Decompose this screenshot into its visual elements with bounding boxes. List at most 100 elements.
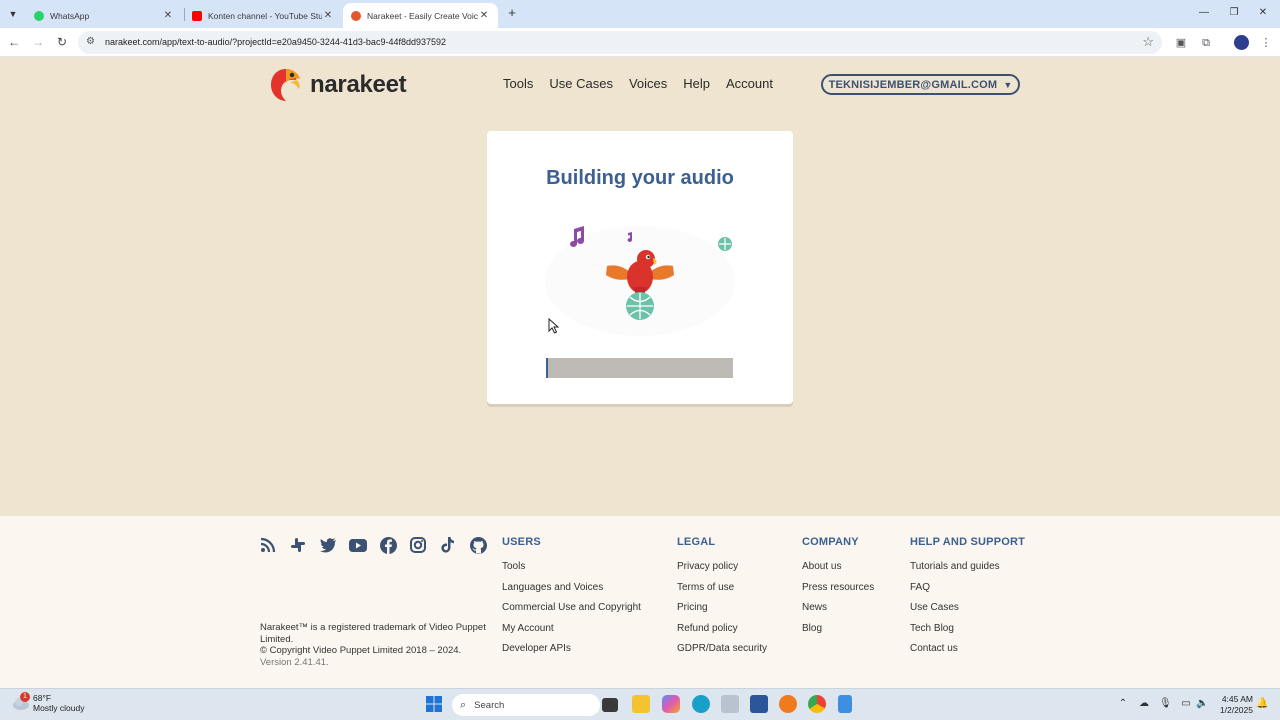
- address-bar[interactable]: ⚙ narakeet.com/app/text-to-audio/?projec…: [78, 31, 1162, 54]
- close-icon[interactable]: ✕: [478, 10, 490, 21]
- footer-link-contact[interactable]: Contact us: [910, 643, 1025, 654]
- footer-link-use-cases[interactable]: Use Cases: [910, 602, 1025, 613]
- profile-avatar[interactable]: [1234, 35, 1249, 50]
- footer-link-languages-voices[interactable]: Languages and Voices: [502, 582, 641, 593]
- search-placeholder: Search: [474, 699, 505, 711]
- caret-down-icon: ▼: [1003, 79, 1013, 90]
- build-progress-card: Building your audio: [487, 131, 793, 404]
- rss-icon[interactable]: [259, 536, 277, 554]
- audio-build-progress-bar: [546, 358, 733, 378]
- mouse-cursor-icon: [548, 318, 560, 334]
- narakeet-parrot-icon: [271, 69, 300, 101]
- slack-icon[interactable]: [289, 536, 307, 554]
- narakeet-icon: [351, 10, 361, 21]
- mail-icon[interactable]: [721, 695, 739, 713]
- tiktok-icon[interactable]: [439, 536, 457, 554]
- tab-search-dropdown-icon[interactable]: ▼: [4, 6, 22, 22]
- chrome-icon[interactable]: [808, 695, 826, 713]
- footer-link-gdpr[interactable]: GDPR/Data security: [677, 643, 767, 654]
- store-icon[interactable]: [750, 695, 768, 713]
- clock-date: 1/2/2025: [1219, 705, 1253, 715]
- tab-title: Narakeet - Easily Create Voiceover: [367, 10, 478, 21]
- volume-icon[interactable]: 🔈: [1196, 698, 1208, 710]
- footer-heading: USERS: [502, 536, 541, 548]
- nav-help[interactable]: Help: [683, 76, 710, 91]
- new-tab-icon[interactable]: +: [505, 5, 519, 21]
- notepad-icon[interactable]: [838, 695, 852, 713]
- menu-kebab-icon[interactable]: ⋮: [1259, 36, 1273, 50]
- cloud-sync-icon[interactable]: ☁: [1138, 698, 1150, 710]
- footer-link-developer-apis[interactable]: Developer APIs: [502, 643, 641, 654]
- tab-youtube-studio[interactable]: Konten channel - YouTube Studio ✕: [184, 3, 342, 28]
- footer-heading: COMPANY: [802, 536, 859, 548]
- footer-link-tools[interactable]: Tools: [502, 561, 641, 572]
- extensions-puzzle-icon[interactable]: ⧉: [1199, 36, 1213, 50]
- site-info-icon[interactable]: ⚙: [86, 36, 98, 48]
- windows-start-icon[interactable]: [425, 695, 443, 713]
- nav-account[interactable]: Account: [726, 76, 773, 91]
- restore-icon[interactable]: ❐: [1227, 6, 1241, 20]
- version-text: Version 2.41.41.: [260, 656, 329, 668]
- chevron-up-icon[interactable]: ⌃: [1117, 698, 1129, 710]
- footer-link-terms[interactable]: Terms of use: [677, 582, 767, 593]
- footer-link-news[interactable]: News: [802, 602, 874, 613]
- copilot-icon[interactable]: [662, 695, 680, 713]
- microphone-icon[interactable]: 🎙: [1159, 698, 1172, 710]
- firefox-icon[interactable]: [779, 695, 797, 713]
- twitter-icon[interactable]: [319, 536, 337, 554]
- url-text[interactable]: narakeet.com/app/text-to-audio/?projectI…: [105, 37, 446, 47]
- bookmark-star-icon[interactable]: ☆: [1142, 34, 1154, 50]
- notification-badge: 1: [20, 692, 30, 702]
- account-menu-button[interactable]: TEKNISIJEMBER@GMAIL.COM ▼: [821, 74, 1020, 95]
- system-clock[interactable]: 4:45 AM 1/2/2025: [1213, 694, 1253, 716]
- trademark-text: Narakeet™ is a registered trademark of V…: [260, 622, 486, 645]
- footer-link-commercial-use[interactable]: Commercial Use and Copyright: [502, 602, 641, 613]
- nav-use-cases[interactable]: Use Cases: [549, 76, 613, 91]
- instagram-icon[interactable]: [409, 536, 427, 554]
- facebook-icon[interactable]: [379, 536, 397, 554]
- tab-narakeet[interactable]: Narakeet - Easily Create Voiceover ✕: [343, 3, 498, 28]
- footer-link-about[interactable]: About us: [802, 561, 874, 572]
- network-icon[interactable]: ▭: [1180, 698, 1192, 710]
- close-icon[interactable]: ✕: [162, 10, 174, 21]
- parrot-music-illustration: [545, 226, 735, 336]
- github-icon[interactable]: [469, 536, 487, 554]
- footer-link-privacy[interactable]: Privacy policy: [677, 561, 767, 572]
- search-icon: ⌕: [460, 698, 467, 711]
- windows-taskbar: 1 68°F Mostly cloudy ⌕ Search ⌃ ☁ 🎙 ▭ 🔈 …: [0, 688, 1280, 720]
- browser-tab-strip: ▼ WhatsApp ✕ Konten channel - YouTube St…: [0, 0, 1280, 28]
- taskbar-search[interactable]: ⌕ Search: [452, 694, 600, 716]
- youtube-icon: [192, 10, 202, 21]
- extension-icon[interactable]: ▣: [1174, 36, 1188, 50]
- footer-link-blog[interactable]: Blog: [802, 623, 874, 634]
- edge-icon[interactable]: [692, 695, 710, 713]
- footer-column-company: COMPANY About us Press resources News Bl…: [802, 536, 874, 643]
- footer-link-tutorials[interactable]: Tutorials and guides: [910, 561, 1025, 572]
- footer-link-pricing[interactable]: Pricing: [677, 602, 767, 613]
- footer-link-faq[interactable]: FAQ: [910, 582, 1025, 593]
- notification-bell-icon[interactable]: 🔔: [1256, 698, 1268, 710]
- weather-widget[interactable]: 1 68°F Mostly cloudy: [12, 692, 85, 713]
- minimize-icon[interactable]: —: [1197, 6, 1211, 20]
- forward-icon[interactable]: →: [30, 34, 46, 50]
- close-icon[interactable]: ✕: [322, 10, 334, 21]
- file-explorer-icon[interactable]: [632, 695, 650, 713]
- progress-fill: [546, 358, 548, 378]
- tab-whatsapp[interactable]: WhatsApp ✕: [26, 3, 182, 28]
- footer-link-refund[interactable]: Refund policy: [677, 623, 767, 634]
- reload-icon[interactable]: ↻: [54, 34, 70, 50]
- legal-notice: Narakeet™ is a registered trademark of V…: [260, 622, 495, 668]
- task-view-icon[interactable]: [602, 698, 618, 712]
- narakeet-logo[interactable]: narakeet: [270, 67, 407, 103]
- main-navigation: Tools Use Cases Voices Help Account: [503, 76, 773, 91]
- youtube-icon[interactable]: [349, 536, 367, 554]
- nav-voices[interactable]: Voices: [629, 76, 667, 91]
- footer-link-tech-blog[interactable]: Tech Blog: [910, 623, 1025, 634]
- footer-link-press[interactable]: Press resources: [802, 582, 874, 593]
- footer-heading: HELP AND SUPPORT: [910, 536, 1026, 548]
- nav-tools[interactable]: Tools: [503, 76, 533, 91]
- account-email: TEKNISIJEMBER@GMAIL.COM: [828, 78, 998, 91]
- footer-link-my-account[interactable]: My Account: [502, 623, 641, 634]
- back-icon[interactable]: ←: [6, 34, 22, 50]
- window-close-icon[interactable]: ✕: [1256, 6, 1270, 20]
